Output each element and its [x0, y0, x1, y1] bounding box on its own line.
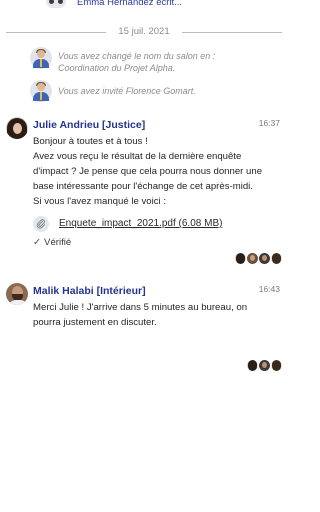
message-line: Bonjour à toutes et à tous ! — [33, 136, 148, 147]
message-body: Merci Julie ! J'arrive dans 5 minutes au… — [33, 302, 248, 328]
verified-status: ✓ Vérifié — [33, 237, 71, 248]
message-line: Si vous l'avez manqué le voici : — [33, 196, 167, 207]
paperclip-icon — [33, 216, 49, 232]
attachment-filename[interactable]: Enquete_impact_2021.pdf (6.08 MB) — [59, 218, 222, 229]
avatar — [259, 253, 270, 264]
check-icon: ✓ — [33, 237, 42, 248]
system-event: Vous avez invité Florence Gomart. — [30, 80, 280, 104]
avatar — [271, 360, 282, 371]
system-event-text: Vous avez invité Florence Gomart. — [58, 86, 196, 96]
divider — [182, 32, 282, 33]
file-attachment[interactable]: Enquete_impact_2021.pdf (6.08 MB) — [33, 216, 273, 234]
typing-indicator: Emma Hernandez écrit... — [0, 0, 288, 10]
avatar — [259, 360, 270, 371]
system-event: Vous avez changé le nom du salon en : Co… — [30, 47, 280, 73]
avatar — [271, 253, 282, 264]
avatar[interactable] — [6, 117, 28, 139]
message-time: 16:37 — [258, 118, 280, 128]
message-author[interactable]: Julie Andrieu [Justice] — [33, 119, 145, 131]
system-event-text: Vous avez changé le nom du salon en : Co… — [58, 51, 216, 73]
avatar — [235, 253, 246, 264]
verified-label: Vérifié — [44, 237, 72, 248]
message-author[interactable]: Malik Halabi [Intérieur] — [33, 285, 146, 297]
message-time: 16:43 — [258, 284, 280, 294]
read-receipts[interactable] — [235, 253, 282, 265]
avatar — [247, 253, 258, 264]
message-line: Avez vous reçu le résultat de la dernièr… — [33, 151, 263, 192]
read-receipts[interactable] — [247, 360, 282, 372]
typing-text: Emma Hernandez écrit... — [77, 0, 183, 8]
typing-avatar — [46, 0, 66, 8]
message-body: Bonjour à toutes et à tous ! Avez vous r… — [33, 134, 273, 209]
avatar — [247, 360, 258, 371]
avatar — [30, 80, 52, 102]
date-separator: 15 juil. 2021 — [6, 24, 282, 38]
avatar — [30, 47, 52, 69]
avatar[interactable] — [6, 283, 28, 305]
message: Malik Halabi [Intérieur] 16:43 Merci Jul… — [0, 283, 288, 343]
